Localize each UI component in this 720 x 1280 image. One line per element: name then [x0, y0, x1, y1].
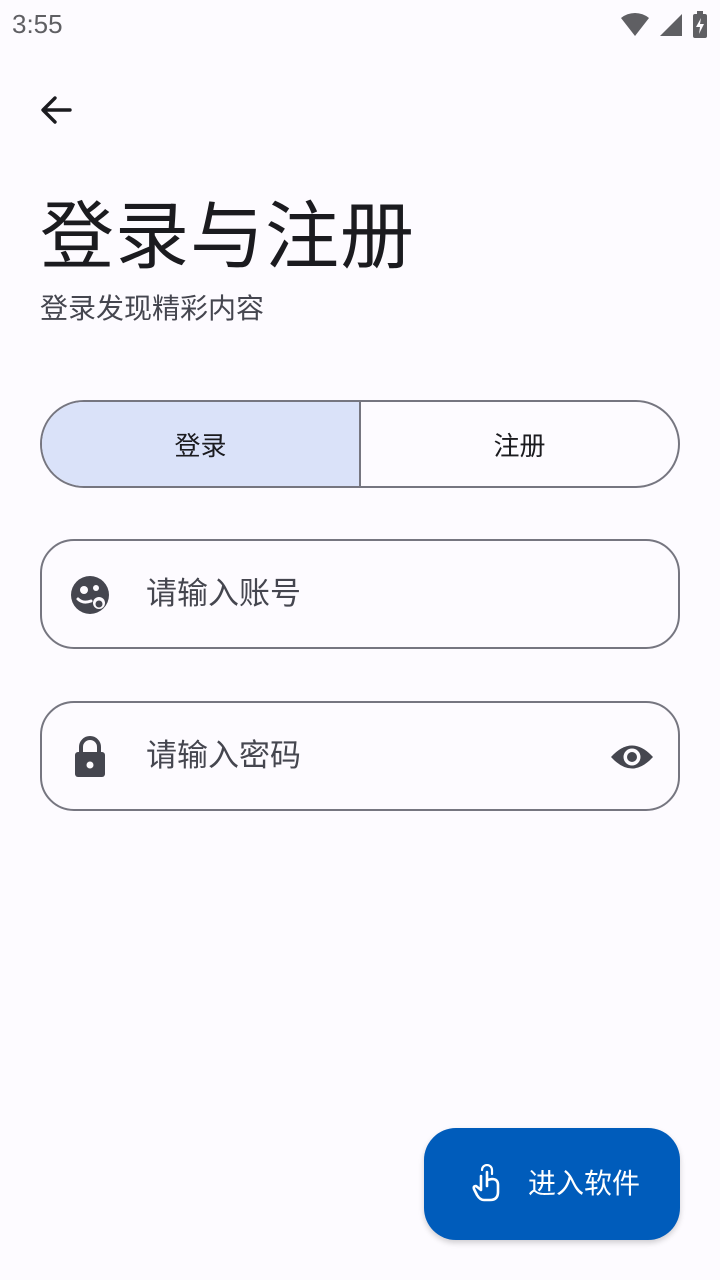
account-avatar-icon [68, 573, 112, 617]
enter-app-label: 进入软件 [528, 1167, 641, 1200]
back-button[interactable] [30, 88, 82, 136]
login-register-screen: 3:55 登录与注册 登录发现精彩内容 登录 注册 请输入账号 进入软件 [0, 0, 720, 1280]
page-subtitle: 登录发现精彩内容 [40, 292, 265, 325]
tab-login[interactable]: 登录 [42, 402, 359, 486]
status-bar: 3:55 [0, 0, 720, 50]
account-input[interactable] [146, 541, 586, 647]
touch-hand-icon [464, 1162, 508, 1206]
wifi-icon [620, 12, 650, 38]
login-register-toggle: 登录 注册 [40, 400, 680, 488]
status-icons [620, 11, 708, 39]
password-field[interactable] [40, 701, 680, 811]
page-title: 登录与注册 [40, 194, 415, 280]
arrow-back-icon [38, 92, 74, 132]
lock-icon [68, 735, 112, 779]
tab-register[interactable]: 注册 [359, 402, 678, 486]
account-field[interactable] [40, 539, 680, 649]
battery-charging-icon [692, 11, 708, 39]
cellular-signal-icon [658, 12, 684, 38]
enter-app-button[interactable]: 进入软件 [424, 1128, 680, 1240]
password-input[interactable] [146, 703, 586, 809]
status-time: 3:55 [12, 9, 63, 39]
eye-visibility-icon[interactable] [608, 733, 656, 781]
